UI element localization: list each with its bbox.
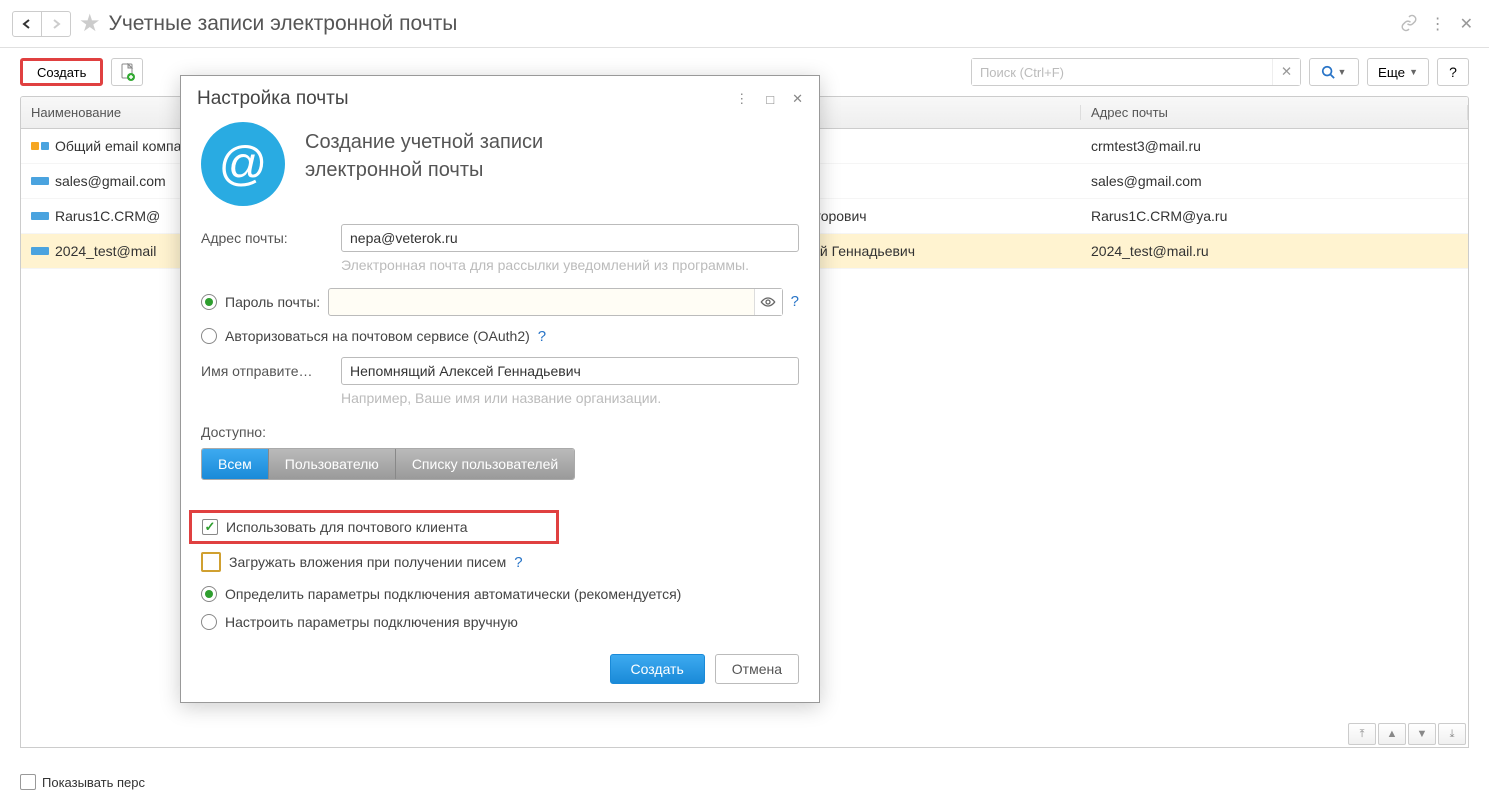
password-radio-label: Пароль почты:: [225, 294, 320, 310]
dialog-create-button[interactable]: Создать: [610, 654, 705, 684]
search-box: ✕: [971, 58, 1301, 86]
available-segment: Всем Пользователю Списку пользователей: [201, 448, 575, 480]
dialog-close-icon[interactable]: ✕: [792, 91, 803, 107]
password-radio[interactable]: [201, 294, 217, 310]
envelope-icon: [31, 177, 49, 185]
cell-address: crmtest3@mail.ru: [1091, 138, 1201, 154]
column-address[interactable]: Адрес почты: [1081, 105, 1468, 120]
email-label: Адрес почты:: [201, 224, 341, 246]
nav-back-button[interactable]: [12, 11, 42, 37]
manual-params-label: Настроить параметры подключения вручную: [225, 614, 518, 630]
sender-input[interactable]: [341, 357, 799, 385]
mail-settings-dialog: Настройка почты ⋮ □ ✕ @ Создание учетной…: [180, 75, 820, 703]
dialog-subtitle: Создание учетной записи электронной почт…: [305, 122, 543, 184]
seg-list[interactable]: Списку пользователей: [396, 449, 574, 479]
cell-address: sales@gmail.com: [1091, 173, 1202, 189]
dialog-header: Настройка почты ⋮ □ ✕: [181, 76, 819, 122]
manual-params-radio[interactable]: [201, 614, 217, 630]
cell-address: 2024_test@mail.ru: [1091, 243, 1209, 259]
password-input[interactable]: [329, 294, 753, 309]
nav-forward-button[interactable]: [41, 11, 71, 37]
oauth-radio[interactable]: [201, 328, 217, 344]
show-personal-label: Показывать перс: [42, 775, 145, 790]
favorite-star-icon[interactable]: ★: [79, 9, 101, 38]
available-label: Доступно:: [201, 424, 799, 440]
dialog-maximize-icon[interactable]: □: [766, 92, 774, 107]
kebab-menu-icon[interactable]: ⋮: [1430, 14, 1446, 34]
search-input[interactable]: [972, 59, 1272, 85]
load-attachments-label: Загружать вложения при получении писем: [229, 554, 506, 570]
more-label: Еще: [1378, 65, 1405, 80]
table-nav: ⤒ ▲ ▼ ⤓: [1348, 723, 1466, 745]
page-header: ★ Учетные записи электронной почты ⋮ ✕: [0, 0, 1489, 48]
bottom-bar: Показывать перс: [20, 774, 145, 790]
sender-hint: Например, Ваше имя или название организа…: [341, 389, 799, 409]
envelope-icon: [31, 247, 49, 255]
more-button[interactable]: Еще ▼: [1367, 58, 1429, 86]
auto-params-label: Определить параметры подключения автомат…: [225, 586, 681, 602]
email-input[interactable]: [341, 224, 799, 252]
envelope-icon: [31, 212, 49, 220]
load-attachments-help-icon[interactable]: ?: [514, 554, 522, 571]
load-attachments-checkbox[interactable]: [201, 552, 221, 572]
search-button[interactable]: ▼: [1309, 58, 1359, 86]
nav-down-button[interactable]: ▼: [1408, 723, 1436, 745]
show-personal-checkbox[interactable]: [20, 774, 36, 790]
email-hint: Электронная почта для рассылки уведомлен…: [341, 256, 799, 276]
oauth-help-icon[interactable]: ?: [538, 328, 546, 345]
copy-button[interactable]: [111, 58, 143, 86]
dialog-cancel-button[interactable]: Отмена: [715, 654, 799, 684]
use-client-checkbox[interactable]: [202, 519, 218, 535]
at-sign-icon: @: [201, 122, 285, 206]
show-password-button[interactable]: [754, 289, 782, 315]
nav-first-button[interactable]: ⤒: [1348, 723, 1376, 745]
seg-all[interactable]: Всем: [202, 449, 269, 479]
cell-name: 2024_test@mail: [55, 243, 156, 259]
envelope-icon: [31, 142, 49, 150]
password-help-icon[interactable]: ?: [791, 293, 799, 310]
cell-name: sales@gmail.com: [55, 173, 166, 189]
cell-address: Rarus1C.CRM@ya.ru: [1091, 208, 1227, 224]
use-client-label: Использовать для почтового клиента: [226, 519, 468, 535]
dialog-kebab-icon[interactable]: ⋮: [735, 91, 748, 107]
page-title: Учетные записи электронной почты: [109, 12, 458, 36]
use-client-row: Использовать для почтового клиента: [189, 510, 559, 544]
cell-name: Rarus1C.CRM@: [55, 208, 160, 224]
sender-label: Имя отправите…: [201, 357, 341, 379]
help-button[interactable]: ?: [1437, 58, 1469, 86]
seg-user[interactable]: Пользователю: [269, 449, 396, 479]
create-button[interactable]: Создать: [20, 58, 103, 86]
nav-last-button[interactable]: ⤓: [1438, 723, 1466, 745]
close-icon[interactable]: ✕: [1456, 14, 1477, 34]
oauth-radio-label: Авторизоваться на почтовом сервисе (OAut…: [225, 328, 530, 344]
dialog-title: Настройка почты: [197, 88, 349, 110]
nav-up-button[interactable]: ▲: [1378, 723, 1406, 745]
auto-params-radio[interactable]: [201, 586, 217, 602]
column-owner[interactable]: ля: [781, 105, 1081, 120]
link-icon[interactable]: [1400, 14, 1420, 34]
search-clear-button[interactable]: ✕: [1272, 59, 1300, 85]
